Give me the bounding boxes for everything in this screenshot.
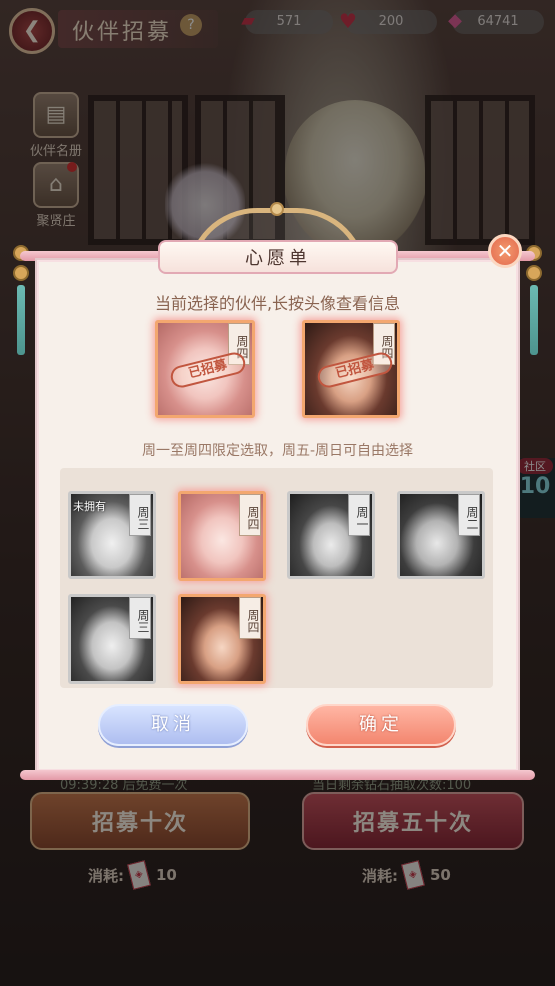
right-tassel-decoration <box>525 245 543 375</box>
cancel-button[interactable]: 取消 <box>98 704 248 746</box>
day-tag: 周四 <box>239 597 261 639</box>
rule-hint: 周一至周四限定选取，周五-周日可自由选择 <box>141 443 414 459</box>
confirm-button[interactable]: 确定 <box>306 704 456 746</box>
not-owned-label: 未拥有 <box>73 500 106 513</box>
candidate-partner[interactable]: 未拥有 周三 <box>68 491 156 579</box>
candidate-partner[interactable]: 周四 <box>178 594 266 684</box>
candidate-partner[interactable]: 周三 <box>68 594 156 684</box>
day-tag: 周三 <box>129 494 151 536</box>
modal-title: 心愿单 <box>245 248 311 269</box>
day-tag: 周三 <box>129 597 151 639</box>
tassel-ornament <box>530 285 538 355</box>
selected-hint: 当前选择的伙伴,长按头像查看信息 <box>154 294 401 313</box>
arc-knob-ornament <box>270 202 284 216</box>
candidate-partner[interactable]: 周二 <box>397 491 485 579</box>
scroll-rod-bottom <box>20 770 535 780</box>
candidate-partner[interactable]: 周一 <box>287 491 375 579</box>
tassel-ornament <box>17 285 25 355</box>
close-icon[interactable]: ✕ <box>488 234 522 268</box>
coin-ornament <box>526 265 542 281</box>
selected-partner-2[interactable]: 周四 已招募 <box>302 320 400 418</box>
day-tag: 周四 <box>239 494 261 536</box>
selected-partner-1[interactable]: 周四 已招募 <box>155 320 255 418</box>
coin-ornament <box>13 265 29 281</box>
day-tag: 周二 <box>458 494 480 536</box>
day-tag: 周一 <box>348 494 370 536</box>
left-tassel-decoration <box>12 245 30 375</box>
candidate-partner[interactable]: 周四 <box>178 491 266 581</box>
